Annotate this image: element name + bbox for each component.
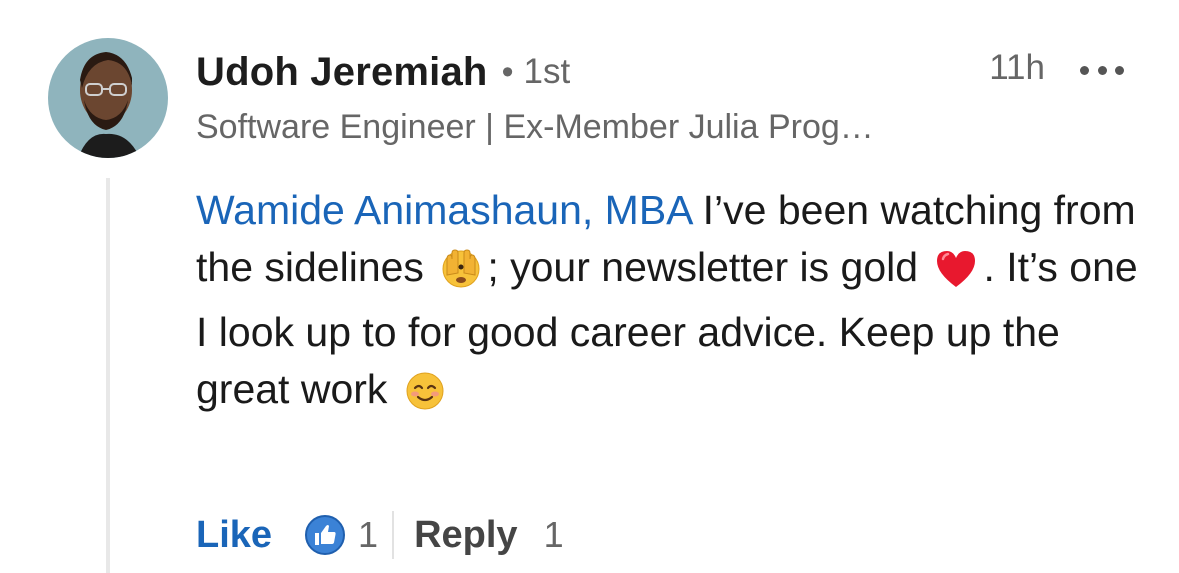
author-line: Udoh Jeremiah • 1st — [196, 44, 570, 100]
author-name[interactable]: Udoh Jeremiah — [196, 50, 488, 95]
reply-button[interactable]: Reply — [414, 514, 517, 557]
author-headline: Software Engineer | Ex-Member Julia Prog… — [196, 108, 874, 146]
avatar-photo — [48, 38, 168, 158]
red-heart-icon — [935, 247, 977, 304]
reply-count[interactable]: 1 — [544, 514, 564, 556]
comment-timestamp: 11h — [989, 48, 1045, 87]
comment-actions: Like 1 Reply 1 — [196, 508, 564, 562]
comment-text: Wamide Animashaun, MBA I’ve been watchin… — [196, 182, 1156, 426]
thumbs-up-icon[interactable] — [304, 514, 346, 556]
like-button[interactable]: Like — [196, 514, 272, 557]
mention-link[interactable]: Wamide Animashaun, MBA — [196, 187, 691, 233]
more-horizontal-icon — [1097, 65, 1107, 75]
smiling-face-icon — [405, 369, 445, 426]
face-with-hands-over-eyes-icon — [441, 247, 481, 304]
action-divider — [392, 511, 395, 559]
more-horizontal-icon — [1115, 65, 1124, 75]
thread-line — [106, 178, 110, 573]
connection-degree: 1st — [523, 52, 571, 91]
more-horizontal-icon — [1080, 65, 1089, 75]
author-separator: • — [501, 52, 514, 91]
like-count[interactable]: 1 — [358, 514, 378, 556]
comment-segment: ; your newsletter is gold — [487, 244, 919, 290]
avatar[interactable] — [48, 38, 168, 158]
more-options-button[interactable] — [1080, 62, 1124, 78]
